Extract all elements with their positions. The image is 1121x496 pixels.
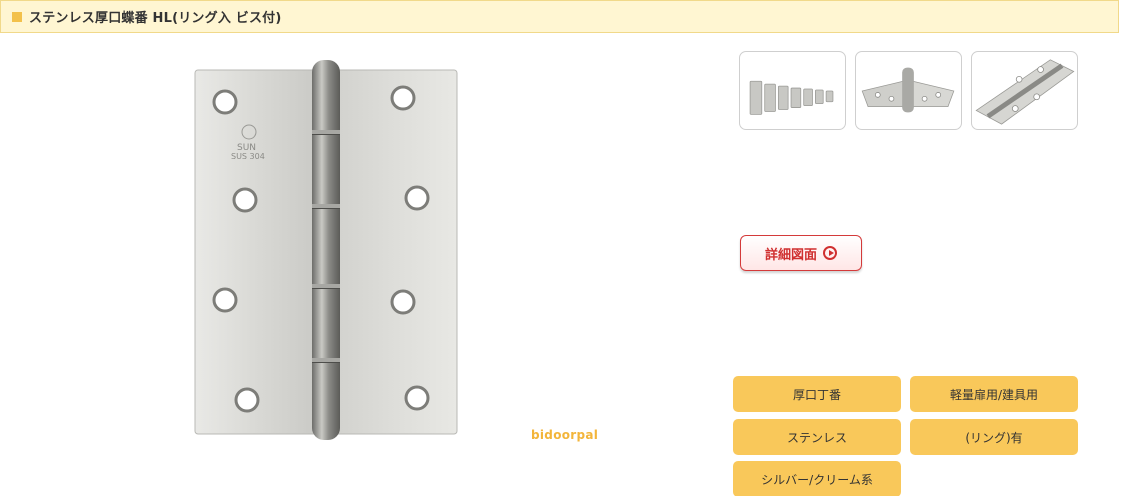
hinge-open-thumbnail-icon [861, 67, 955, 113]
tag-stainless[interactable]: ステンレス [733, 419, 901, 455]
watermark-logo: bidoorpal [531, 428, 599, 442]
product-title: ステンレス厚口蝶番 HL(リング入 ビス付) [29, 11, 282, 26]
play-circle-icon [823, 246, 837, 260]
title-marker-icon [12, 11, 22, 22]
hinge-closeup-thumbnail-icon [975, 59, 1075, 125]
stamp-material: SUS 304 [231, 152, 265, 161]
tag-thick-hinge[interactable]: 厚口丁番 [733, 376, 901, 412]
thumbnail-2[interactable] [855, 51, 962, 130]
detail-drawing-label: 詳細図面 [764, 247, 817, 263]
tag-silver-cream[interactable]: シルバー/クリーム系 [733, 461, 901, 496]
thumbnail-3[interactable] [971, 51, 1078, 130]
tag-light-door[interactable]: 軽量扉用/建具用 [910, 376, 1078, 412]
hinge-image: SUN SUS 304 [185, 56, 460, 444]
detail-drawing-button[interactable]: 詳細図面 [740, 235, 862, 271]
hinge-set-thumbnail-icon [749, 80, 834, 115]
title-bar: ステンレス厚口蝶番 HL(リング入 ビス付) [0, 0, 1119, 33]
thumbnail-1[interactable] [739, 51, 846, 130]
tag-ring[interactable]: (リング)有 [910, 419, 1078, 455]
product-page: ステンレス厚口蝶番 HL(リング入 ビス付) SUN SUS 304 bidoo… [0, 0, 1121, 496]
